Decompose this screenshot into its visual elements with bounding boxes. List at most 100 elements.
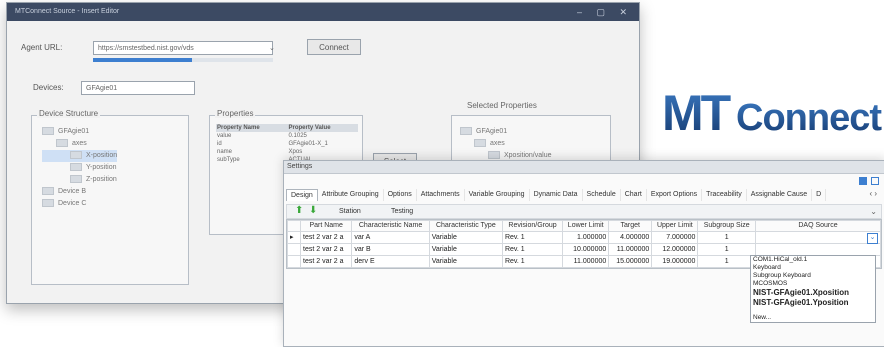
table-cell[interactable]: 7.000000 [651, 231, 699, 244]
table-cell[interactable]: test 2 var 2 a [299, 243, 353, 256]
tab-d[interactable]: D [812, 189, 827, 201]
tab-dynamic-data[interactable]: Dynamic Data [530, 189, 583, 201]
tab-scroll-arrows[interactable]: ‹ › [869, 189, 877, 198]
column-header[interactable]: Upper Limit [651, 220, 699, 232]
tab-schedule[interactable]: Schedule [583, 189, 621, 201]
column-header[interactable]: Part Name [299, 220, 353, 232]
tree-node[interactable]: Device B [42, 186, 117, 198]
dropdown-arrow-icon[interactable]: ⌄ [867, 233, 878, 244]
dropdown-option[interactable]: Keyboard [751, 264, 875, 272]
column-header[interactable]: Target [608, 220, 653, 232]
list-icon[interactable] [871, 177, 879, 185]
tree-node[interactable]: GFAgie01 [460, 126, 551, 138]
table-cell[interactable] [755, 243, 881, 256]
dropdown-option[interactable]: COM1.HiCal_old.1 [751, 256, 875, 264]
chevron-down-icon[interactable]: ⌄ [269, 44, 275, 52]
tab-chart[interactable]: Chart [621, 189, 647, 201]
device-structure-title: Device Structure [37, 109, 101, 118]
window-controls[interactable]: – ▢ ✕ [577, 7, 633, 18]
table-cell[interactable]: test 2 var 2 a [299, 255, 353, 268]
tab-options[interactable]: Options [384, 189, 417, 201]
device-structure-panel: GFAgie01 axes X-position Y-position Z-po… [31, 115, 189, 285]
dropdown-option-new[interactable]: New... [751, 314, 875, 322]
tree-node[interactable]: Device C [42, 198, 117, 210]
table-cell[interactable]: 11.000000 [562, 255, 610, 268]
chevron-down-icon[interactable]: ⌄ [870, 205, 877, 218]
table-cell[interactable]: var B [351, 243, 430, 256]
row-indicator-header [287, 220, 301, 232]
connect-button[interactable]: Connect [307, 39, 361, 55]
tree-node[interactable]: axes [460, 138, 551, 150]
tree-node[interactable]: Z-position [42, 174, 117, 186]
prop-name: id [217, 141, 222, 147]
prop-name: name [217, 149, 233, 155]
window-title: MTConnect Source - Insert Editor [7, 3, 639, 21]
column-header[interactable]: Characteristic Name [351, 220, 430, 232]
table-cell[interactable]: Rev. 1 [501, 255, 564, 268]
dropdown-option[interactable]: NIST-GFAgie01.Xposition [751, 288, 875, 298]
table-cell[interactable]: Variable [428, 255, 503, 268]
table-cell[interactable]: 10.000000 [562, 243, 610, 256]
toolbar: ⬆ ⬇ Station Testing ⌄ [286, 204, 882, 219]
progress-fill [93, 58, 192, 62]
tab-variable-grouping[interactable]: Variable Grouping [465, 189, 530, 201]
tree-node[interactable]: GFAgie01 [42, 126, 117, 138]
tab-traceability[interactable]: Traceability [702, 189, 747, 201]
dropdown-option[interactable]: MCOSMOS [751, 280, 875, 288]
prop-header: Property Value [288, 125, 331, 131]
table-cell[interactable]: 12.000000 [651, 243, 699, 256]
table-cell[interactable]: Rev. 1 [501, 243, 564, 256]
table-cell[interactable]: test 2 var 2 a [299, 231, 353, 244]
column-header[interactable]: DAQ Source [755, 220, 881, 232]
tab-design[interactable]: Design [286, 189, 318, 201]
prop-name: subType [217, 157, 240, 163]
table-cell[interactable]: var A [351, 231, 430, 244]
table-cell[interactable]: 1.000000 [562, 231, 610, 244]
layout-icon[interactable] [859, 177, 867, 185]
table-row[interactable]: test 2 var 2 a var B Variable Rev. 1 10.… [287, 243, 881, 256]
table-cell[interactable]: 15.000000 [608, 255, 653, 268]
dropdown-option[interactable]: NIST-GFAgie01.Yposition [751, 298, 875, 308]
prop-value: GFAgie01-X_1 [288, 141, 328, 147]
column-header[interactable]: Revision/Group [501, 220, 564, 232]
table-cell[interactable]: 4.000000 [608, 231, 653, 244]
station-select[interactable]: Testing [391, 205, 413, 218]
properties-table: Property Name Property Value value 0.1025… [216, 124, 358, 164]
selected-tree: GFAgie01 axes Xposition/value [460, 126, 551, 162]
table-cell[interactable]: 11.000000 [608, 243, 653, 256]
agent-url-input[interactable]: https://smstestbed.nist.gov/vds [93, 41, 273, 55]
column-header[interactable]: Lower Limit [562, 220, 610, 232]
devices-select[interactable]: GFAgie01 [81, 81, 195, 95]
table-cell[interactable]: Variable [428, 243, 503, 256]
prop-value: 0.1025 [288, 133, 307, 139]
table-cell[interactable]: 19.000000 [651, 255, 699, 268]
tab-assignable-cause[interactable]: Assignable Cause [747, 189, 813, 201]
table-cell[interactable]: Variable [428, 231, 503, 244]
prop-header: Property Name [217, 125, 260, 131]
mtconnect-logo-graphic: MT Connect [662, 85, 883, 141]
table-row[interactable]: ▸ test 2 var 2 a var A Variable Rev. 1 1… [287, 231, 881, 244]
dropdown-option[interactable]: Subgroup Keyboard [751, 272, 875, 280]
daq-source-cell[interactable]: ⌄ [755, 231, 881, 244]
table-cell[interactable]: 1 [697, 231, 756, 244]
tree-node[interactable]: Y-position [42, 162, 117, 174]
column-header[interactable]: Subgroup Size [697, 220, 756, 232]
agent-url-label: Agent URL: [21, 43, 63, 52]
table-cell[interactable]: 1 [697, 243, 756, 256]
tab-attachments[interactable]: Attachments [417, 189, 465, 201]
selected-properties-panel: GFAgie01 axes Xposition/value [451, 115, 611, 165]
tree-node-selected[interactable]: X-position [42, 150, 118, 162]
table-cell[interactable]: derv E [351, 255, 430, 268]
table-cell[interactable]: Rev. 1 [501, 231, 564, 244]
arrow-up-icon[interactable]: ⬆ [295, 205, 303, 217]
settings-window: Settings Design Attribute Grouping Optio… [283, 160, 884, 347]
tab-attribute-grouping[interactable]: Attribute Grouping [318, 189, 384, 201]
properties-title: Properties [215, 109, 256, 118]
table-cell[interactable]: 1 [697, 255, 756, 268]
prop-value: Xpos [288, 149, 303, 155]
column-header[interactable]: Characteristic Type [428, 220, 503, 232]
tab-export-options[interactable]: Export Options [647, 189, 703, 201]
tree-node[interactable]: axes [42, 138, 117, 150]
arrow-down-icon[interactable]: ⬇ [309, 205, 317, 217]
prop-name: value [217, 133, 232, 139]
